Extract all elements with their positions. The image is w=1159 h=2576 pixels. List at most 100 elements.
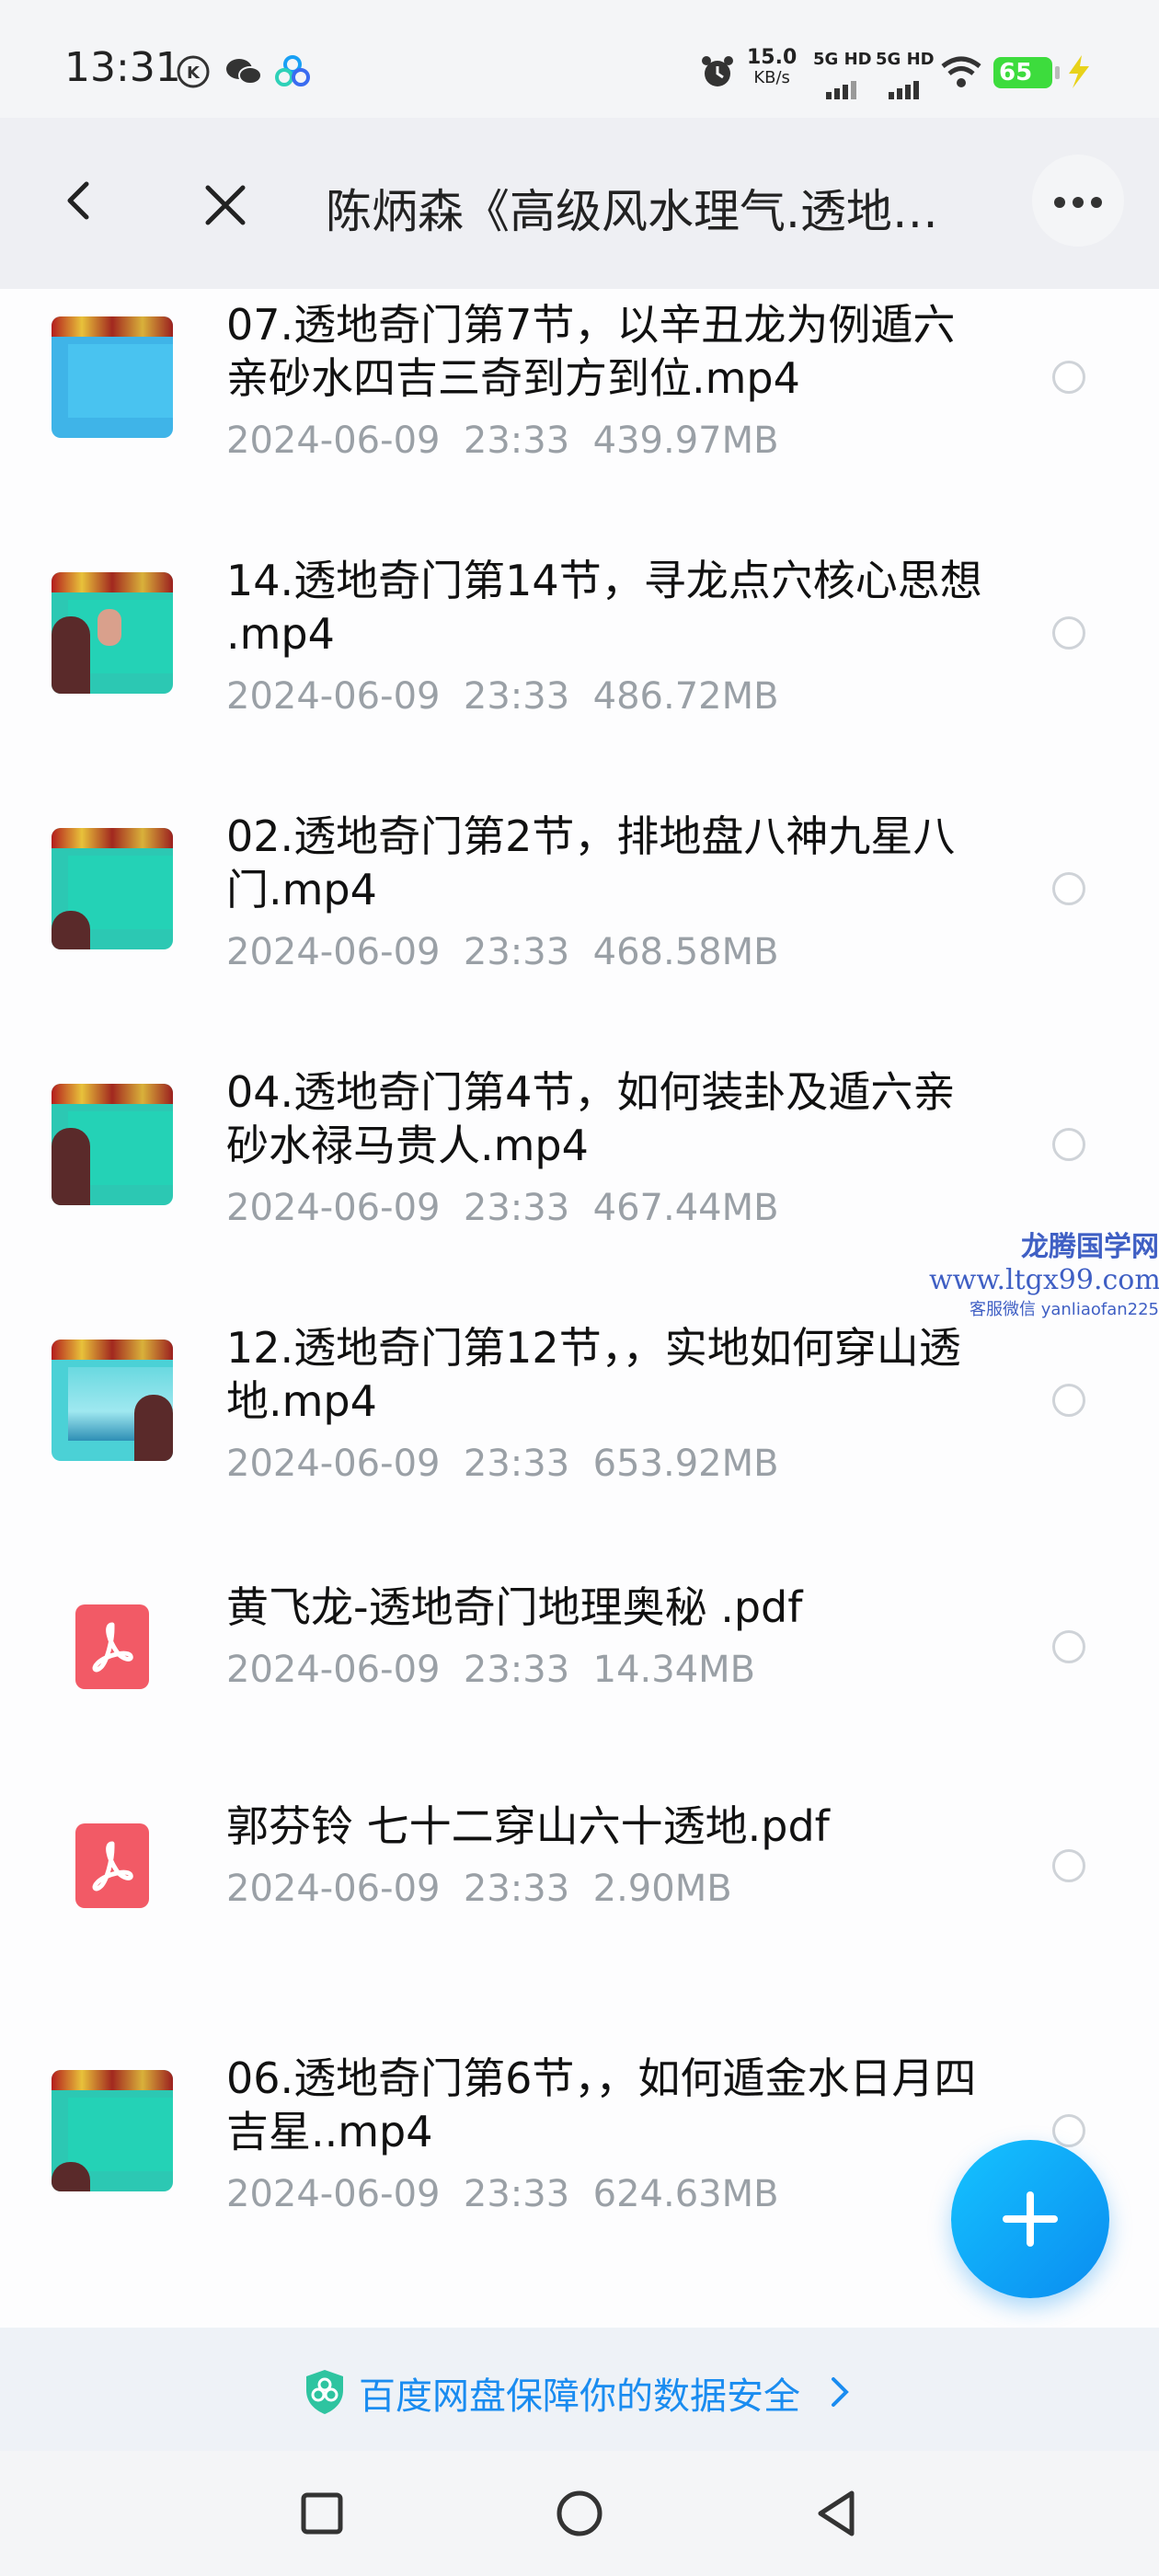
file-meta: 2024-06-09 23:33 653.92MB: [226, 1443, 779, 1485]
select-checkbox[interactable]: [1052, 1630, 1085, 1663]
signal-bars-1-icon: [826, 81, 856, 99]
file-item[interactable]: 黄飞龙-透地奇门地理奥秘 .pdf 2024-06-09 23:33 14.34…: [0, 1568, 1159, 1787]
signal-bars-2-icon: [889, 81, 919, 99]
select-checkbox[interactable]: [1052, 616, 1085, 650]
file-name: 04.透地奇门第4节，如何装卦及遁六亲砂水禄马贵人.mp4: [226, 1067, 956, 1170]
network-speed: 15.0 KB/s: [747, 48, 797, 88]
file-name: 黄飞龙-透地奇门地理奥秘 .pdf: [226, 1582, 803, 1632]
k-app-icon: K: [177, 55, 210, 88]
more-dot: [1073, 197, 1084, 208]
more-dot: [1091, 197, 1102, 208]
file-date: 2024-06-09: [226, 1443, 441, 1485]
video-thumbnail: [52, 1340, 173, 1461]
pdf-icon: [75, 1604, 149, 1689]
file-item[interactable]: 02.透地奇门第2节，排地盘八神九星八门.mp4 2024-06-09 23:3…: [0, 800, 1159, 1056]
network-speed-value: 15.0: [747, 46, 798, 69]
file-date: 2024-06-09: [226, 931, 441, 973]
watermark-line3: 客服微信 yanliaofan225: [970, 1300, 1159, 1319]
file-name: 02.透地奇门第2节，排地盘八神九星八门.mp4: [226, 811, 956, 914]
status-bar: 13:31 K 15.0 KB/s 5G HD 5G HD 65: [0, 0, 1159, 118]
file-time: 23:33: [463, 931, 570, 973]
wifi-icon: [941, 56, 981, 87]
file-name: 14.透地奇门第14节，寻龙点穴核心思想 .mp4: [226, 556, 982, 659]
file-meta: 2024-06-09 23:33 468.58MB: [226, 931, 779, 973]
more-horizontal-icon: [1054, 197, 1065, 208]
network-speed-unit: KB/s: [753, 68, 790, 87]
baidu-netdisk-status-icon: [275, 55, 310, 86]
back-button[interactable]: [52, 173, 107, 228]
watermark: 龙腾国学网 www.ltgx99.com 客服微信 yanliaofan225: [929, 1224, 1159, 1320]
file-date: 2024-06-09: [226, 1868, 441, 1910]
file-meta: 2024-06-09 23:33 439.97MB: [226, 420, 779, 462]
file-time: 23:33: [463, 1868, 570, 1910]
home-button[interactable]: [554, 2488, 605, 2539]
file-date: 2024-06-09: [226, 675, 441, 718]
file-meta: 2024-06-09 23:33 467.44MB: [226, 1187, 779, 1229]
select-checkbox[interactable]: [1052, 361, 1085, 394]
signal-1-label: 5G HD: [813, 50, 872, 69]
video-thumbnail: [52, 828, 173, 949]
select-checkbox[interactable]: [1052, 1384, 1085, 1417]
file-meta: 2024-06-09 23:33 14.34MB: [226, 1649, 755, 1691]
alarm-icon: [702, 56, 733, 86]
file-time: 23:33: [463, 675, 570, 718]
recents-button[interactable]: [296, 2488, 348, 2539]
watermark-line1: 龙腾国学网: [1021, 1231, 1159, 1263]
shield-icon: [306, 2370, 343, 2414]
select-checkbox[interactable]: [1052, 1849, 1085, 1882]
file-size: 486.72MB: [592, 675, 779, 718]
file-date: 2024-06-09: [226, 420, 441, 462]
close-button[interactable]: [193, 173, 258, 237]
chevron-left-icon: [67, 181, 89, 220]
file-item[interactable]: 郭芬铃 七十二穿山六十透地.pdf 2024-06-09 23:33 2.90M…: [0, 1787, 1159, 2006]
file-size: 468.58MB: [592, 931, 779, 973]
file-date: 2024-06-09: [226, 2173, 441, 2215]
video-thumbnail: [52, 1084, 173, 1205]
file-time: 23:33: [463, 2173, 570, 2215]
file-name: 06.透地奇门第6节，，如何遁金水日月四吉星..mp4: [226, 2053, 977, 2156]
more-button[interactable]: [1032, 155, 1124, 247]
system-nav-bar: [0, 2451, 1159, 2576]
select-checkbox[interactable]: [1052, 1128, 1085, 1161]
status-time: 13:31: [64, 44, 181, 91]
select-checkbox[interactable]: [1052, 2114, 1085, 2147]
charging-icon: [1069, 55, 1089, 88]
file-size: 14.34MB: [592, 1649, 756, 1691]
file-size: 2.90MB: [592, 1868, 732, 1910]
file-meta: 2024-06-09 23:33 2.90MB: [226, 1868, 732, 1910]
video-thumbnail: [52, 2070, 173, 2191]
signal-2-label: 5G HD: [876, 50, 935, 69]
file-name: 07.透地奇门第7节，以辛丑龙为例遁六亲砂水四吉三奇到方到位.mp4: [226, 300, 956, 403]
file-item[interactable]: 07.透地奇门第7节，以辛丑龙为例遁六亲砂水四吉三奇到方到位.mp4 2024-…: [0, 289, 1159, 545]
battery-indicator: 65: [993, 57, 1060, 88]
file-date: 2024-06-09: [226, 1649, 441, 1691]
select-checkbox[interactable]: [1052, 872, 1085, 905]
file-name: 12.透地奇门第12节，，实地如何穿山透地.mp4: [226, 1323, 961, 1426]
security-banner[interactable]: 百度网盘保障你的数据安全: [0, 2328, 1159, 2451]
close-icon: [205, 185, 246, 225]
file-size: 653.92MB: [592, 1443, 779, 1485]
chevron-right-icon: [832, 2377, 849, 2407]
title-bar: 陈炳森《高级风水理气.透地奇门》: [0, 118, 1159, 289]
file-meta: 2024-06-09 23:33 486.72MB: [226, 675, 779, 718]
file-time: 23:33: [463, 1187, 570, 1229]
pdf-icon: [75, 1823, 149, 1908]
file-item[interactable]: 14.透地奇门第14节，寻龙点穴核心思想 .mp4 2024-06-09 23:…: [0, 545, 1159, 800]
file-time: 23:33: [463, 420, 570, 462]
add-button[interactable]: [951, 2140, 1109, 2298]
video-thumbnail: [52, 316, 173, 438]
page-title: 陈炳森《高级风水理气.透地奇门》: [326, 185, 951, 238]
watermark-line2: www.ltgx99.com: [929, 1264, 1159, 1296]
banner-text: 百度网盘保障你的数据安全: [359, 2375, 800, 2418]
file-name: 郭芬铃 七十二穿山六十透地.pdf: [226, 1801, 830, 1851]
file-time: 23:33: [463, 1443, 570, 1485]
file-size: 439.97MB: [592, 420, 779, 462]
video-thumbnail: [52, 572, 173, 694]
system-back-button[interactable]: [811, 2488, 863, 2539]
wechat-icon: [226, 59, 262, 85]
file-size: 624.63MB: [592, 2173, 779, 2215]
file-item[interactable]: 12.透地奇门第12节，，实地如何穿山透地.mp4 2024-06-09 23:…: [0, 1312, 1159, 1568]
file-time: 23:33: [463, 1649, 570, 1691]
file-date: 2024-06-09: [226, 1187, 441, 1229]
file-size: 467.44MB: [592, 1187, 779, 1229]
